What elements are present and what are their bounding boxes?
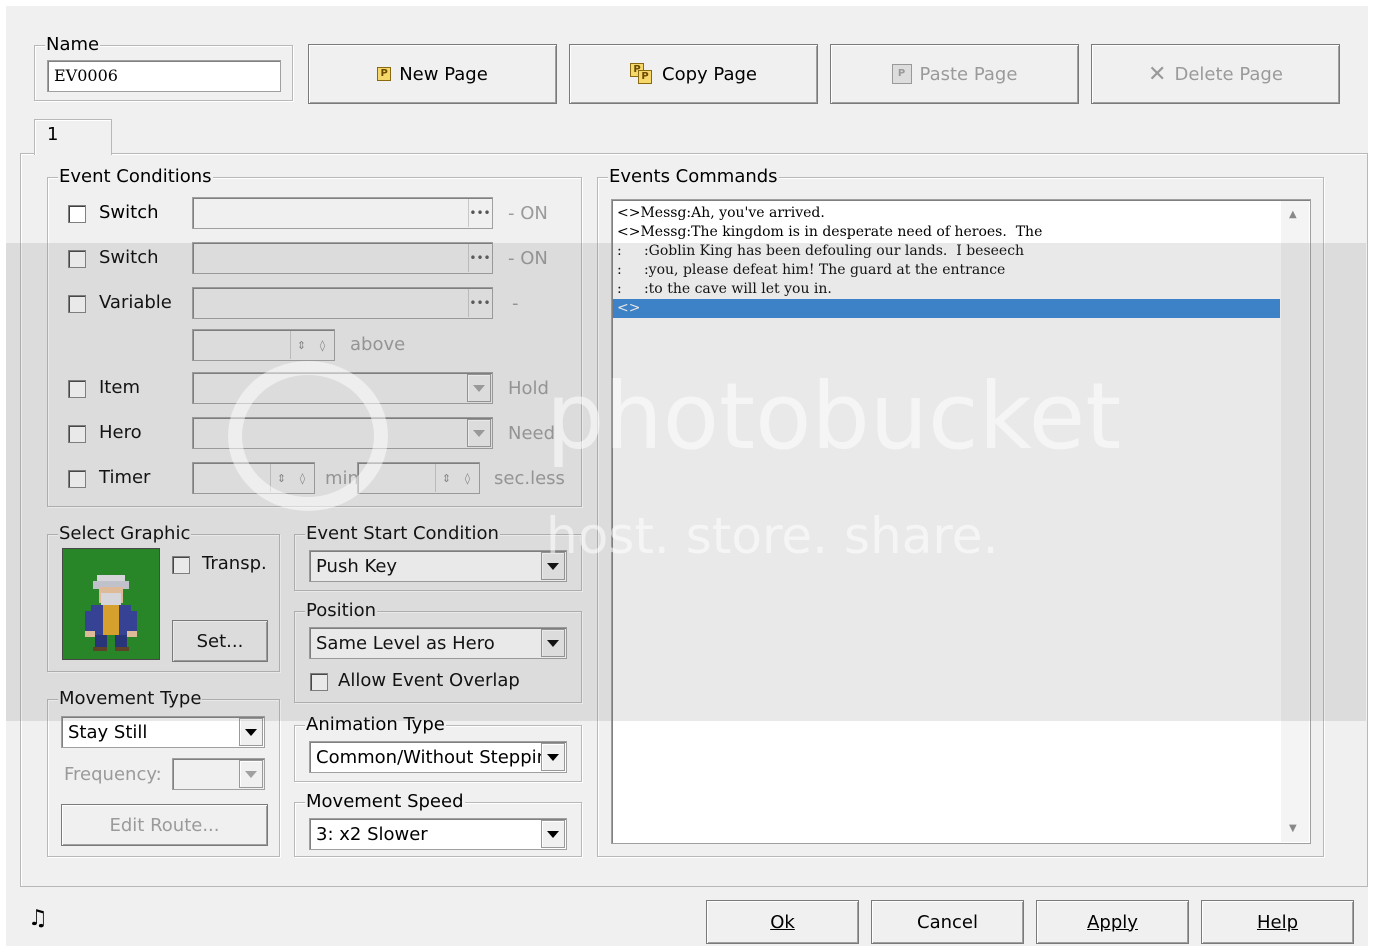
variable-above-label: above xyxy=(350,334,406,355)
command-line[interactable]: : :you, please defeat him! The guard at … xyxy=(613,261,1280,280)
paste-page-icon: P xyxy=(891,64,912,84)
switch2-label: Switch xyxy=(99,247,159,268)
position-title: Position xyxy=(305,600,378,622)
variable-checkbox[interactable] xyxy=(68,295,86,313)
events-commands-list[interactable]: <>Messg:Ah, you've arrived. <>Messg:The … xyxy=(611,199,1311,844)
switch1-suffix: - ON xyxy=(508,203,548,224)
hero-dropdown-icon[interactable] xyxy=(467,419,491,447)
switch2-suffix: - ON xyxy=(508,248,548,269)
movement-speed-title: Movement Speed xyxy=(305,791,465,813)
animation-type-select[interactable]: Common/Without Stepping xyxy=(309,741,567,773)
switch1-label: Switch xyxy=(99,202,159,223)
tab-page-1[interactable]: 1 xyxy=(34,119,112,155)
music-note-icon[interactable]: ♫ xyxy=(28,906,48,931)
new-page-icon: P xyxy=(377,67,392,81)
item-suffix: Hold xyxy=(508,378,549,399)
animation-type-dropdown-icon[interactable] xyxy=(541,743,565,771)
graphic-preview[interactable] xyxy=(62,548,160,660)
select-graphic-title: Select Graphic xyxy=(58,523,192,545)
event-conditions-title: Event Conditions xyxy=(58,166,213,188)
copy-page-button[interactable]: P P Copy Page xyxy=(569,44,818,104)
event-start-condition-title: Event Start Condition xyxy=(305,523,500,545)
command-line[interactable]: : :Goblin King has been defouling our la… xyxy=(613,242,1280,261)
event-start-condition-select[interactable]: Push Key xyxy=(309,550,567,582)
frequency-dropdown-icon[interactable] xyxy=(239,760,263,788)
variable-value-stepper[interactable]: ⇕ ◊ xyxy=(192,329,335,361)
scroll-down-icon[interactable]: ▼ xyxy=(1289,823,1297,834)
timer-sec-label: sec.less xyxy=(494,468,565,489)
allow-overlap-label: Allow Event Overlap xyxy=(338,670,520,691)
command-lines: <>Messg:Ah, you've arrived. <>Messg:The … xyxy=(613,204,1280,318)
spin-arrow-icon[interactable]: ◊ xyxy=(457,464,478,492)
spin-updown-icon[interactable]: ⇕ xyxy=(271,464,292,492)
hero-checkbox[interactable] xyxy=(68,425,86,443)
edit-route-button[interactable]: Edit Route... xyxy=(61,804,268,846)
spin-updown-icon[interactable]: ⇕ xyxy=(291,331,312,359)
item-checkbox[interactable] xyxy=(68,380,86,398)
spin-updown-icon[interactable]: ⇕ xyxy=(436,464,457,492)
hero-label: Hero xyxy=(99,422,142,443)
ok-button[interactable]: Ok xyxy=(706,900,859,944)
switch2-checkbox[interactable] xyxy=(68,250,86,268)
hero-select[interactable] xyxy=(192,417,493,449)
variable-browse-icon[interactable]: ••• xyxy=(468,289,491,317)
switch1-checkbox[interactable] xyxy=(68,205,86,223)
switch1-select[interactable]: ••• xyxy=(192,197,493,229)
help-button[interactable]: Help xyxy=(1201,900,1354,944)
paste-page-button[interactable]: P Paste Page xyxy=(830,44,1079,104)
variable-suffix: - xyxy=(512,293,519,314)
animation-type-title: Animation Type xyxy=(305,714,446,736)
timer-min-label: min xyxy=(325,468,359,489)
name-input[interactable]: EV0006 xyxy=(47,60,281,92)
position-select[interactable]: Same Level as Hero xyxy=(309,627,567,659)
timer-min-stepper[interactable]: ⇕ ◊ xyxy=(192,462,315,494)
allow-overlap-checkbox[interactable] xyxy=(310,673,328,691)
switch2-browse-icon[interactable]: ••• xyxy=(468,244,491,272)
set-graphic-button[interactable]: Set... xyxy=(172,620,268,662)
spin-arrow-icon[interactable]: ◊ xyxy=(292,464,313,492)
switch2-select[interactable]: ••• xyxy=(192,242,493,274)
start-condition-dropdown-icon[interactable] xyxy=(541,552,565,580)
movement-type-select[interactable]: Stay Still xyxy=(61,716,265,748)
name-group: Name EV0006 xyxy=(34,34,293,101)
movement-speed-select[interactable]: 3: x2 Slower xyxy=(309,818,567,850)
scroll-up-icon[interactable]: ▲ xyxy=(1289,209,1297,220)
name-label: Name xyxy=(45,34,101,56)
commands-scrollbar[interactable]: ▲ ▼ xyxy=(1281,201,1309,842)
transp-label: Transp. xyxy=(202,553,267,574)
command-line[interactable]: : :to the cave will let you in. xyxy=(613,280,1280,299)
command-line[interactable]: <> xyxy=(613,299,1280,318)
cancel-button[interactable]: Cancel xyxy=(871,900,1024,944)
old-man-sprite-icon xyxy=(85,575,137,651)
spin-arrow-icon[interactable]: ◊ xyxy=(312,331,333,359)
timer-sec-stepper[interactable]: ⇕ ◊ xyxy=(357,462,480,494)
new-page-button[interactable]: P New Page xyxy=(308,44,557,104)
delete-page-icon: ✕ xyxy=(1148,61,1167,87)
hero-suffix: Need xyxy=(508,423,556,444)
frequency-select[interactable] xyxy=(172,758,265,790)
events-commands-title: Events Commands xyxy=(608,166,779,188)
item-select[interactable] xyxy=(192,372,493,404)
variable-label: Variable xyxy=(99,292,172,313)
item-dropdown-icon[interactable] xyxy=(467,374,491,402)
copy-page-icon: P P xyxy=(630,63,654,85)
command-line[interactable]: <>Messg:Ah, you've arrived. xyxy=(613,204,1280,223)
switch1-browse-icon[interactable]: ••• xyxy=(468,199,491,227)
transp-checkbox[interactable] xyxy=(172,556,190,574)
position-dropdown-icon[interactable] xyxy=(541,629,565,657)
timer-checkbox[interactable] xyxy=(68,470,86,488)
frequency-label: Frequency: xyxy=(64,764,162,785)
movement-type-title: Movement Type xyxy=(58,688,203,710)
delete-page-button[interactable]: ✕ Delete Page xyxy=(1091,44,1340,104)
movement-type-dropdown-icon[interactable] xyxy=(239,718,263,746)
timer-label: Timer xyxy=(99,467,151,488)
item-label: Item xyxy=(99,377,140,398)
command-line[interactable]: <>Messg:The kingdom is in desperate need… xyxy=(613,223,1280,242)
movement-speed-dropdown-icon[interactable] xyxy=(541,820,565,848)
variable-select[interactable]: ••• xyxy=(192,287,493,319)
apply-button[interactable]: Apply xyxy=(1036,900,1189,944)
